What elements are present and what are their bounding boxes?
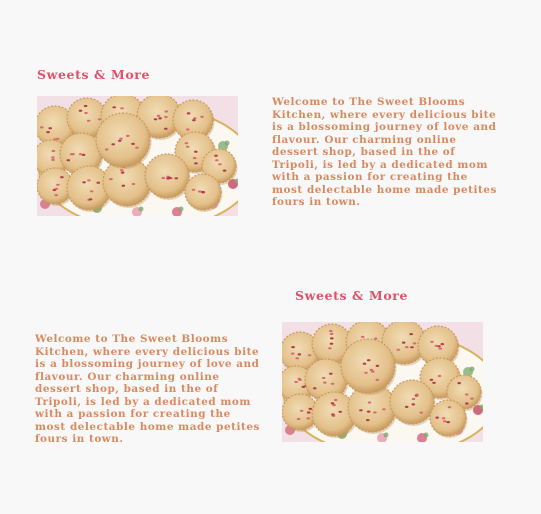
- section-1-title: Sweets & More: [37, 67, 151, 82]
- section-2-title: Sweets & More: [295, 288, 409, 303]
- section-1-description: Welcome to The Sweet Blooms Kitchen, whe…: [272, 96, 497, 208]
- section-2-cookie-image: [282, 322, 483, 442]
- section-2-description: Welcome to The Sweet Blooms Kitchen, whe…: [35, 333, 260, 445]
- section-1-cookie-image: [37, 96, 238, 216]
